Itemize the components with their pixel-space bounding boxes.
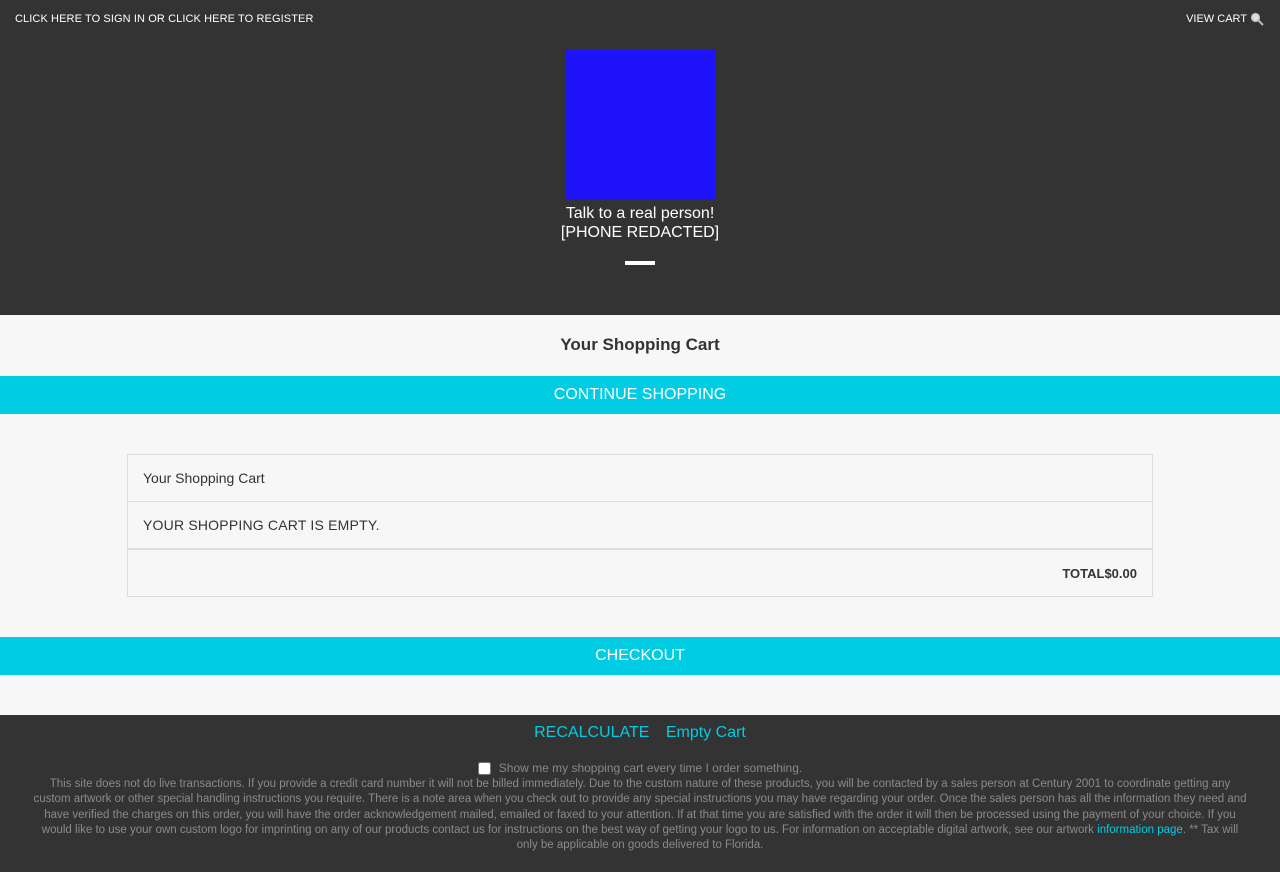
cart-actions: RECALCULATE Empty Cart xyxy=(0,724,1280,742)
show-cart-checkbox[interactable] xyxy=(477,761,491,775)
menu-toggle-icon[interactable] xyxy=(625,261,655,265)
sign-in-register-text[interactable]: CLICK HERE TO SIGN IN OR CLICK HERE TO R… xyxy=(15,13,314,25)
total-label: TOTAL xyxy=(1062,565,1105,581)
view-cart-label[interactable]: VIEW CART xyxy=(1186,13,1247,25)
information-page-link[interactable]: information page xyxy=(1097,824,1183,836)
disclaimer-body: This site does not do live transactions.… xyxy=(33,778,1247,836)
recalculate-button[interactable]: RECALCULATE xyxy=(534,724,649,741)
page-title: Your Shopping Cart xyxy=(560,335,720,354)
cart-total-row: TOTAL $0.00 xyxy=(128,549,1152,596)
show-cart-label: Show me my shopping cart every time I or… xyxy=(498,761,803,775)
empty-cart-button[interactable]: Empty Cart xyxy=(666,724,746,741)
search-icon[interactable] xyxy=(1250,12,1264,26)
total-value: $0.00 xyxy=(1104,565,1137,581)
show-cart-option: Show me my shopping cart every time I or… xyxy=(0,761,1280,775)
disclaimer-text: This site does not do live transactions.… xyxy=(30,777,1250,853)
sign-in-register-link[interactable]: CLICK HERE TO SIGN IN OR CLICK HERE TO R… xyxy=(15,13,314,25)
view-cart-link[interactable]: VIEW CART xyxy=(1186,12,1264,26)
contact-tagline: Talk to a real person! xyxy=(565,205,715,222)
contact-phone: [PHONE REDACTED] xyxy=(560,224,720,241)
checkout-button[interactable]: CHECKOUT xyxy=(0,637,1280,675)
cart-table-header: Your Shopping Cart xyxy=(128,455,1152,502)
cart-table: Your Shopping Cart YOUR SHOPPING CART IS… xyxy=(127,454,1153,597)
cart-empty-message: YOUR SHOPPING CART IS EMPTY. xyxy=(128,502,1152,549)
contact-info: Talk to a real person! [PHONE REDACTED] xyxy=(490,204,790,242)
continue-shopping-button[interactable]: CONTINUE SHOPPING xyxy=(0,376,1280,414)
site-header: CLICK HERE TO SIGN IN OR CLICK HERE TO R… xyxy=(0,0,1280,315)
site-footer: RECALCULATE Empty Cart Show me my shoppi… xyxy=(0,715,1280,872)
site-logo[interactable] xyxy=(565,50,715,200)
